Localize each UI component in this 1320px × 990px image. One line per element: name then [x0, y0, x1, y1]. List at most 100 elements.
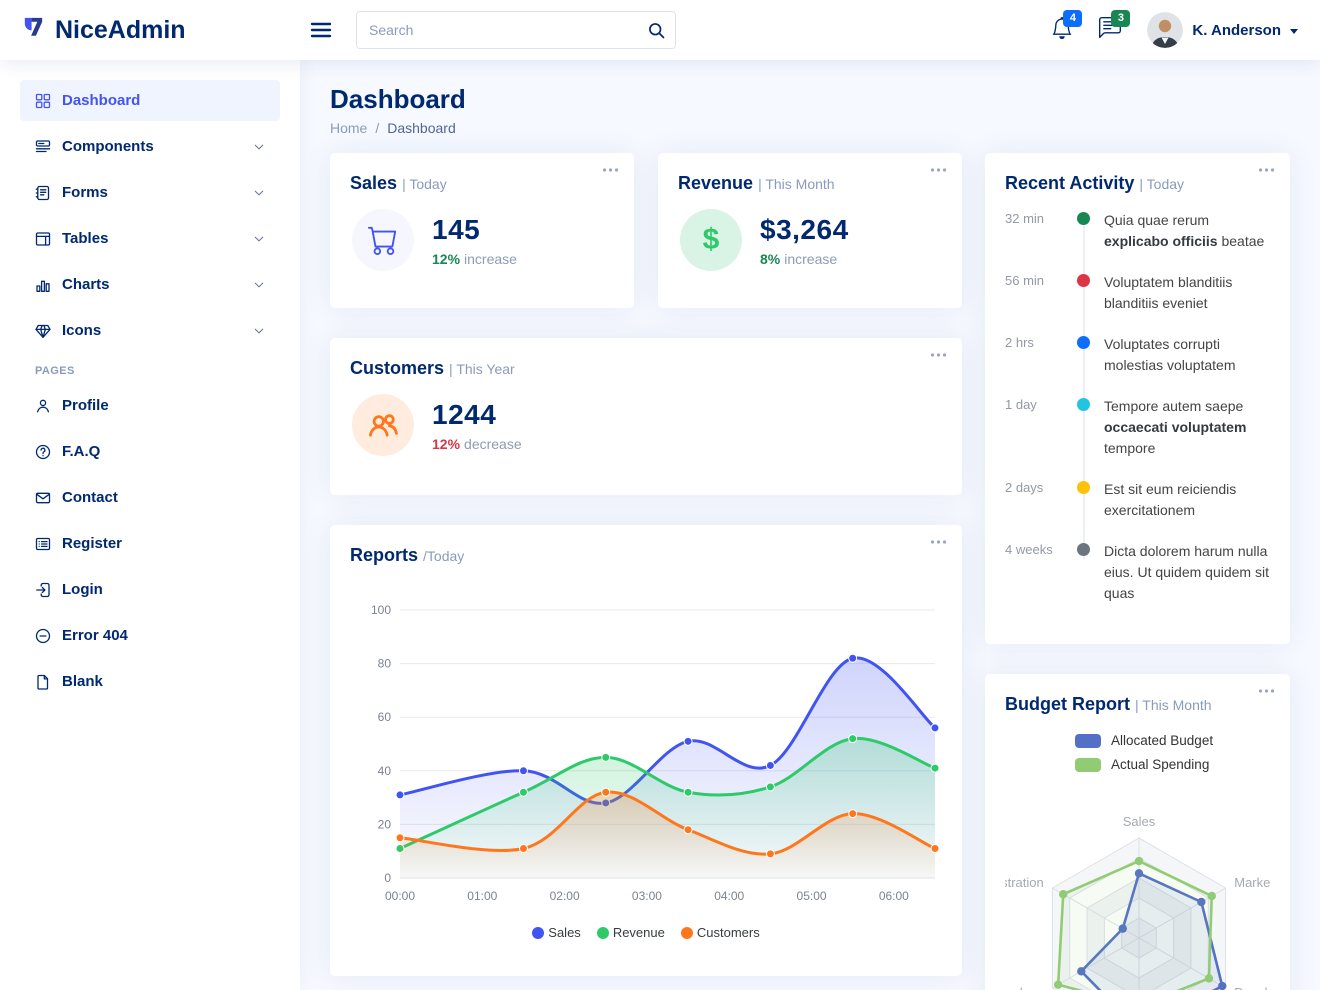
- profile-menu[interactable]: K. Anderson: [1147, 12, 1298, 48]
- revenue-card: Revenue | This Month $ $3,264 8%increase: [658, 153, 962, 308]
- card-options-icon[interactable]: [1258, 167, 1275, 173]
- search-icon[interactable]: [638, 22, 675, 39]
- svg-text:Administration: Administration: [1005, 875, 1044, 890]
- sidebar-item-label: Icons: [62, 322, 101, 339]
- legend-marker-icon: [681, 927, 693, 939]
- breadcrumb-home[interactable]: Home: [330, 120, 367, 136]
- cart-icon: [352, 209, 414, 271]
- card-options-icon[interactable]: [930, 539, 947, 545]
- legend-label: Sales: [548, 925, 581, 940]
- chevron-down-icon: [253, 141, 265, 153]
- sidebar-item-label: Forms: [62, 184, 108, 201]
- reports-line-chart: 10080604020000:0001:0002:0003:0004:0005:…: [350, 580, 942, 923]
- legend-item-actual-spending[interactable]: Actual Spending: [1075, 757, 1270, 772]
- journal-icon: [35, 185, 51, 201]
- brand-logo-icon: [20, 14, 47, 46]
- activity-time: 4 weeks: [1005, 541, 1077, 624]
- sidebar-item-dashboard[interactable]: Dashboard: [20, 80, 280, 121]
- svg-text:40: 40: [378, 764, 392, 778]
- card-options-icon[interactable]: [930, 167, 947, 173]
- sidebar-item-tables[interactable]: Tables: [20, 218, 280, 259]
- legend-marker-icon: [1075, 758, 1101, 772]
- brand-name: NiceAdmin: [55, 16, 186, 45]
- legend-item-revenue[interactable]: Revenue: [597, 925, 665, 940]
- activity-text: Est sit eum reiciendis exercitationem: [1104, 479, 1270, 541]
- svg-text:Development: Development: [1234, 985, 1270, 990]
- person-icon: [35, 398, 51, 414]
- sidebar-item-login[interactable]: Login: [20, 569, 280, 610]
- sidebar-item-label: Contact: [62, 489, 118, 506]
- brand-logo[interactable]: NiceAdmin: [20, 14, 308, 46]
- activity-text: Dicta dolorem harum nulla eius. Ut quide…: [1104, 541, 1270, 624]
- sidebar-item-register[interactable]: Register: [20, 523, 280, 564]
- dollar-icon: $: [680, 209, 742, 271]
- card-options-icon[interactable]: [602, 167, 619, 173]
- notifications-button[interactable]: 4: [1051, 17, 1073, 44]
- sidebar-item-label: Register: [62, 535, 122, 552]
- box-arrow-in-right-icon: [35, 582, 51, 598]
- svg-text:Sales: Sales: [1123, 814, 1156, 829]
- people-icon: [352, 394, 414, 456]
- chevron-down-icon: [253, 325, 265, 337]
- svg-text:04:00: 04:00: [714, 889, 744, 903]
- card-options-icon[interactable]: [1258, 688, 1275, 694]
- menu-button-icon: [35, 139, 51, 155]
- budget-report-title: Budget Report | This Month: [1005, 694, 1270, 715]
- activity-time: 2 days: [1005, 479, 1077, 541]
- main-content: Dashboard Home / Dashboard Sales | Today: [300, 60, 1320, 990]
- svg-text:01:00: 01:00: [467, 889, 497, 903]
- activity-dot-icon: [1077, 212, 1090, 225]
- activity-time: 2 hrs: [1005, 334, 1077, 396]
- budget-radar-chart: SalesAdministrationInformation Technolog…: [1005, 778, 1270, 990]
- sidebar-item-components[interactable]: Components: [20, 126, 280, 167]
- card-options-icon[interactable]: [930, 352, 947, 358]
- sidebar-item-label: F.A.Q: [62, 443, 100, 460]
- sidebar-item-profile[interactable]: Profile: [20, 385, 280, 426]
- customers-value: 1244: [432, 399, 522, 431]
- grid-icon: [35, 93, 51, 109]
- svg-text:03:00: 03:00: [632, 889, 662, 903]
- sidebar-item-error-404[interactable]: Error 404: [20, 615, 280, 656]
- svg-text:06:00: 06:00: [879, 889, 909, 903]
- search-input[interactable]: [357, 12, 638, 48]
- messages-button[interactable]: 3: [1099, 17, 1121, 44]
- search-bar: [356, 11, 676, 49]
- notifications-badge: 4: [1063, 10, 1082, 27]
- revenue-value: $3,264: [760, 214, 849, 246]
- messages-badge: 3: [1111, 10, 1130, 27]
- page-title: Dashboard: [330, 84, 1290, 115]
- activity-dot-icon: [1077, 481, 1090, 494]
- activity-time: 32 min: [1005, 210, 1077, 272]
- customers-card-title: Customers | This Year: [350, 358, 942, 379]
- header: NiceAdmin 4 3 K. Anderson: [0, 0, 1320, 60]
- header-actions: 4 3 K. Anderson: [1051, 12, 1298, 48]
- gem-icon: [35, 323, 51, 339]
- breadcrumb-current: Dashboard: [387, 120, 456, 136]
- activity-timeline: 32 minQuia quae rerum explicabo officiis…: [1005, 210, 1270, 624]
- legend-item-customers[interactable]: Customers: [681, 925, 760, 940]
- activity-text: Voluptatem blanditiis blanditiis eveniet: [1104, 272, 1270, 334]
- legend-item-allocated-budget[interactable]: Allocated Budget: [1075, 733, 1270, 748]
- sidebar-item-forms[interactable]: Forms: [20, 172, 280, 213]
- svg-text:02:00: 02:00: [550, 889, 580, 903]
- legend-label: Revenue: [613, 925, 665, 940]
- sidebar-toggle-icon[interactable]: [308, 17, 334, 43]
- activity-time: 1 day: [1005, 396, 1077, 479]
- sidebar-item-charts[interactable]: Charts: [20, 264, 280, 305]
- activity-dot-icon: [1077, 543, 1090, 556]
- sidebar-item-blank[interactable]: Blank: [20, 661, 280, 702]
- sidebar-item-f-a-q[interactable]: F.A.Q: [20, 431, 280, 472]
- legend-marker-icon: [532, 927, 544, 939]
- legend-item-sales[interactable]: Sales: [532, 925, 581, 940]
- activity-item: 2 days Est sit eum reiciendis exercitatio…: [1005, 479, 1270, 541]
- caret-down-icon: [1290, 29, 1298, 34]
- activity-item: 32 minQuia quae rerum explicabo officiis…: [1005, 210, 1270, 272]
- activity-item: 1 dayTempore autem saepe occaecati volup…: [1005, 396, 1270, 479]
- sidebar-item-icons[interactable]: Icons: [20, 310, 280, 351]
- svg-text:100: 100: [371, 603, 391, 617]
- sidebar-item-contact[interactable]: Contact: [20, 477, 280, 518]
- svg-text:60: 60: [378, 710, 392, 724]
- file-icon: [35, 674, 51, 690]
- customers-delta: 12%decrease: [432, 436, 522, 452]
- sales-value: 145: [432, 214, 517, 246]
